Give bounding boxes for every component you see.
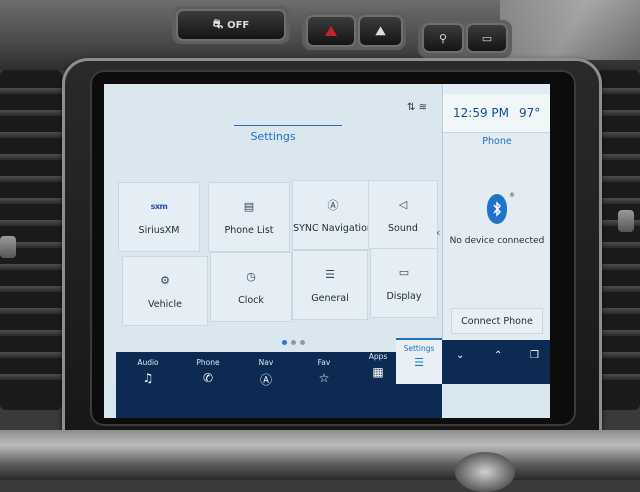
right-vent-knob[interactable] <box>618 210 634 232</box>
hazard-triangle-icon <box>325 26 337 36</box>
tile-phone-list[interactable]: ▤ Phone List <box>208 182 290 252</box>
tile-display[interactable]: ▭ Display <box>370 248 438 318</box>
phone-icon: ✆ <box>202 371 214 385</box>
chevron-left-icon[interactable]: ‹ <box>436 226 440 239</box>
nav-arrow-icon: Ⓐ <box>259 373 272 387</box>
tile-label: Sound <box>388 222 418 234</box>
bluetooth-glyph <box>493 201 501 217</box>
title-underline <box>234 125 342 126</box>
nav-fav[interactable]: Fav ☆ <box>298 358 350 385</box>
left-vent-knob[interactable] <box>0 236 16 258</box>
nav-audio[interactable]: Audio ♫ <box>122 358 174 385</box>
tile-vehicle[interactable]: ⚙ Vehicle <box>122 256 208 326</box>
tile-label: General <box>311 292 349 304</box>
sliders-icon: ☰ <box>325 268 335 281</box>
hazard-button[interactable] <box>306 15 356 47</box>
copy-icon[interactable]: ❐ <box>530 350 539 361</box>
page-dot <box>282 340 287 345</box>
traction-control-off-button[interactable]: ⛐ OFF <box>176 9 286 41</box>
tile-label: Phone List <box>224 224 274 236</box>
traction-icon: ⛐ <box>212 17 224 31</box>
right-air-vent <box>596 70 640 410</box>
side-panel-controls: ⌄ ⌃ ❐ <box>442 340 550 384</box>
infotainment-screen: ⇅ ≋ Settings sxm SiriusXM ▤ Phone List Ⓐ… <box>104 84 550 418</box>
speaker-icon: ◁ <box>398 198 408 211</box>
wifi-icon: ≋ <box>418 102 427 113</box>
tile-label: Clock <box>238 294 264 306</box>
bottom-navigation-bar: Audio ♫ Phone ✆ Nav Ⓐ Fav ☆ Apps ▦ <box>116 352 442 418</box>
volume-knob[interactable] <box>455 452 515 492</box>
tile-sync-navigation[interactable]: Ⓐ SYNC Navigation <box>292 180 374 250</box>
siriusxm-logo: sxm <box>150 202 168 211</box>
chevron-down-icon[interactable]: ⌄ <box>456 350 464 361</box>
drive-mode-icon: ⛰ <box>375 23 386 38</box>
tile-label: SiriusXM <box>138 224 180 236</box>
drive-mode-button[interactable]: ⛰ <box>358 15 403 47</box>
nav-phone[interactable]: Phone ✆ <box>182 358 234 385</box>
clock-icon: ◷ <box>246 270 256 283</box>
page-indicator[interactable] <box>282 340 305 345</box>
display-icon: ▭ <box>398 266 410 279</box>
clock-time: 12:59 PM <box>453 106 509 120</box>
tile-siriusxm[interactable]: sxm SiriusXM <box>118 182 200 252</box>
tile-sound[interactable]: ◁ Sound <box>368 180 438 250</box>
nav-label: Fav <box>317 358 331 367</box>
status-icons: ⇅ ≋ <box>407 102 427 113</box>
settings-panel: ⇅ ≋ Settings sxm SiriusXM ▤ Phone List Ⓐ… <box>104 84 442 384</box>
connection-status: No device connected <box>449 236 545 246</box>
page-dot <box>291 340 296 345</box>
nav-nav[interactable]: Nav Ⓐ <box>240 358 292 388</box>
tile-label: Display <box>386 290 422 302</box>
parking-camera-icon: ▭ <box>481 31 493 45</box>
bluetooth-icon <box>487 194 507 224</box>
nav-label: Apps <box>368 352 388 361</box>
chevron-up-icon[interactable]: ⌃ <box>494 350 502 361</box>
traction-off-label: OFF <box>227 19 250 31</box>
nav-label: Audio <box>137 358 159 367</box>
nav-label: Phone <box>196 358 220 367</box>
tile-clock[interactable]: ◷ Clock <box>210 252 292 322</box>
settings-sliders-icon: ☰ <box>414 356 424 369</box>
data-transfer-icon: ⇅ <box>407 102 416 113</box>
connect-phone-button[interactable]: Connect Phone <box>451 308 543 334</box>
registered-mark-icon: ® <box>509 192 515 199</box>
phone-list-icon: ▤ <box>243 200 255 213</box>
parking-button[interactable]: ▭ <box>466 23 508 53</box>
tile-label: Vehicle <box>148 298 182 310</box>
nav-label: Settings <box>403 344 435 353</box>
tile-label: SYNC Navigation <box>293 222 373 234</box>
dash-trim <box>0 430 640 480</box>
star-icon: ☆ <box>318 371 330 385</box>
music-note-icon: ♫ <box>142 371 154 385</box>
seat-button[interactable]: ⚲ <box>422 23 464 53</box>
side-panel-title: Phone <box>482 136 512 147</box>
phone-side-panel: 12:59 PM 97° Phone ® No device connected… <box>442 84 550 384</box>
vehicle-icon: ⚙ <box>160 274 170 287</box>
windshield-glare <box>500 0 640 60</box>
page-title: Settings <box>250 130 296 143</box>
nav-settings[interactable]: Settings ☰ <box>396 338 442 384</box>
seat-icon: ⚲ <box>438 31 448 45</box>
nav-label: Nav <box>258 358 274 367</box>
outside-temperature: 97° <box>519 106 541 120</box>
navigation-icon: Ⓐ <box>327 198 339 212</box>
tile-general[interactable]: ☰ General <box>292 250 368 320</box>
page-dot <box>300 340 305 345</box>
